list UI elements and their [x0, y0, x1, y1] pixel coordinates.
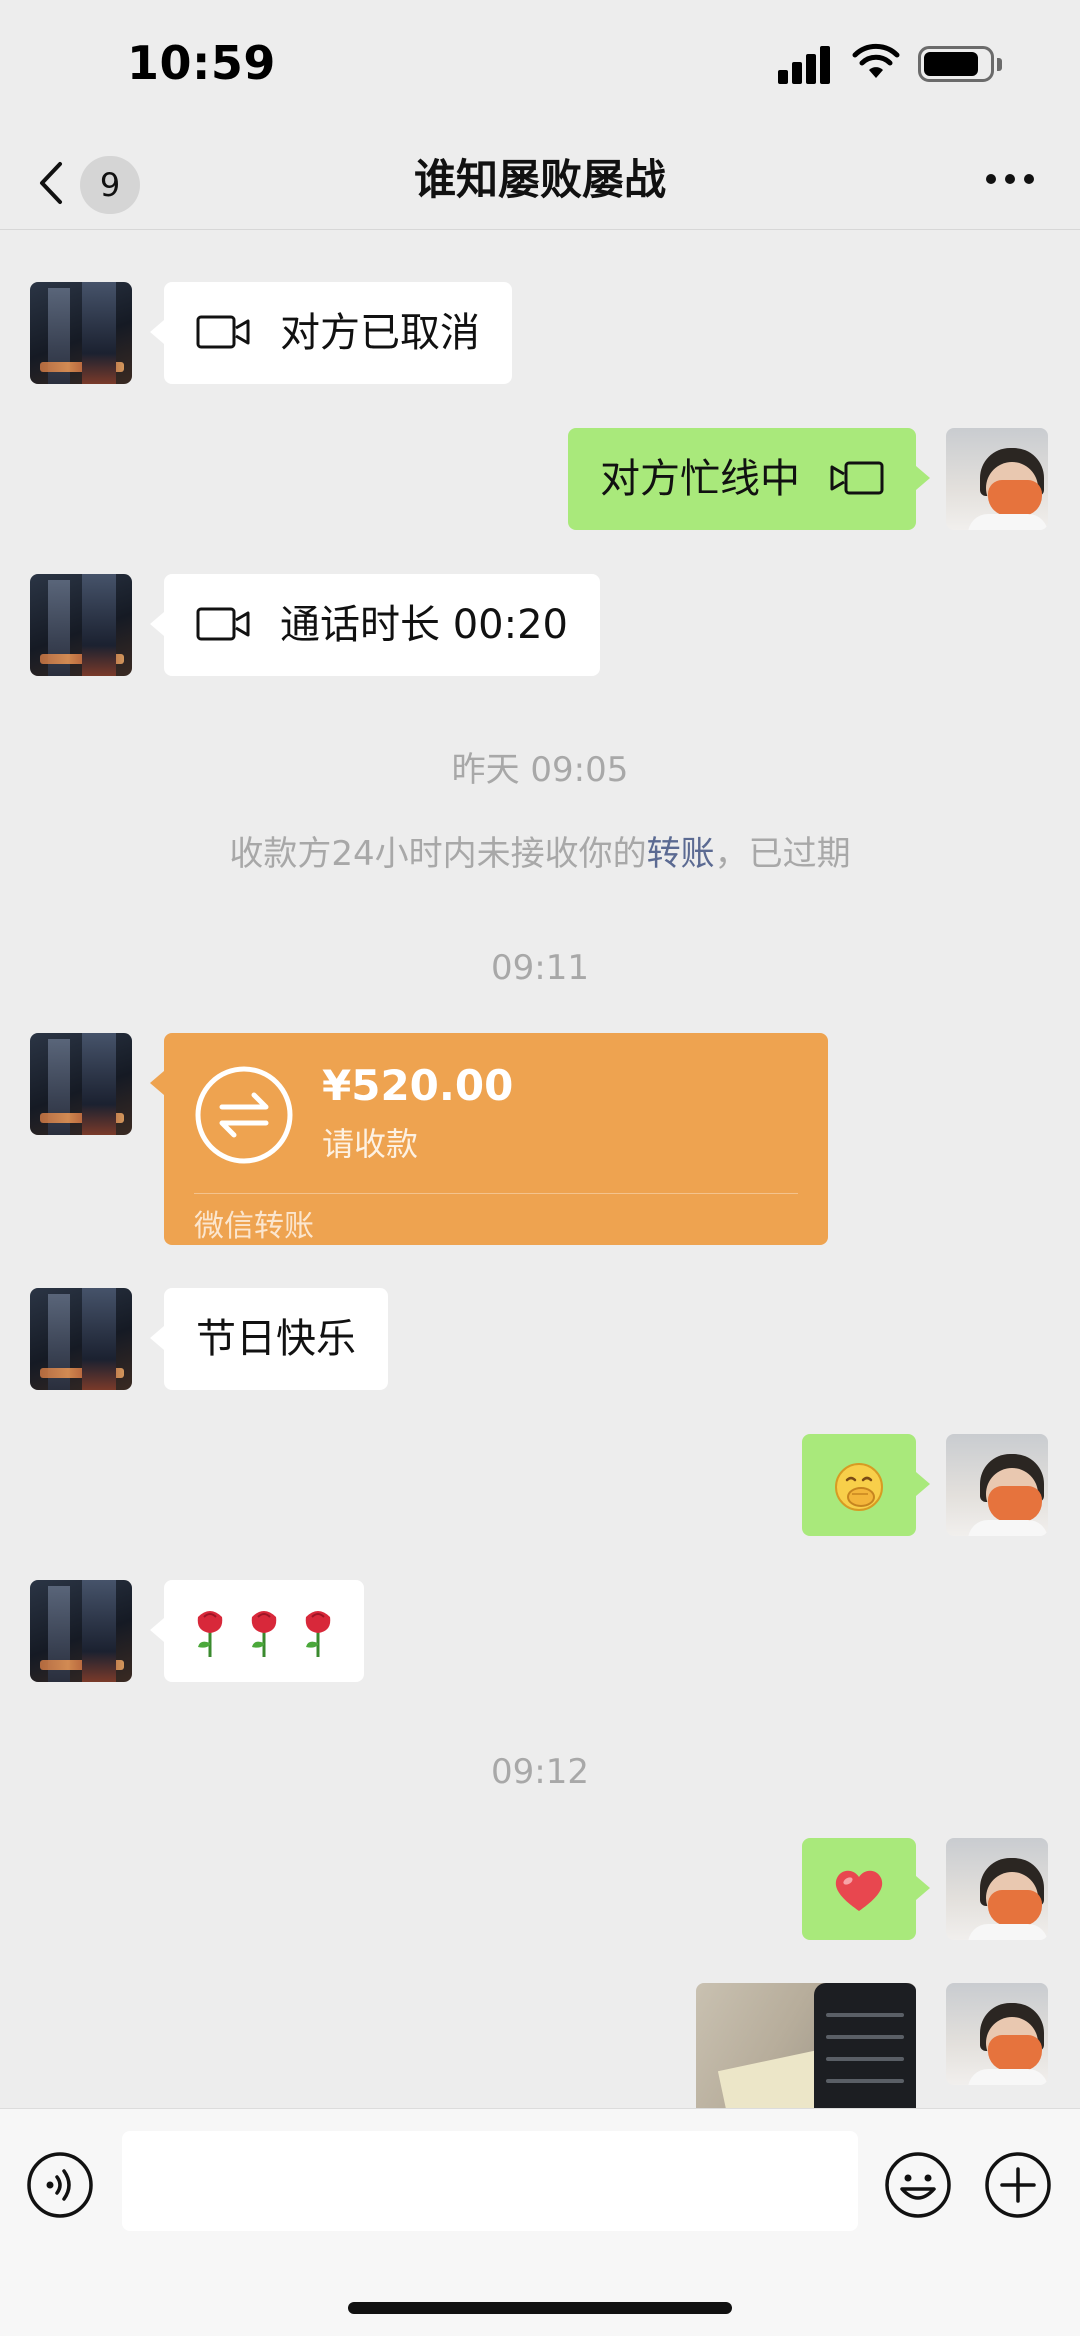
home-indicator — [348, 2302, 732, 2314]
message-image[interactable] — [696, 1983, 916, 2109]
transfer-amount: ¥520.00 — [322, 1061, 514, 1110]
message-roses-bubble[interactable]: 🌹🌹🌹 — [150, 1580, 364, 1682]
message-text: 对方忙线中 — [600, 456, 800, 502]
message-emoji-bubble[interactable]: 🤭 — [802, 1434, 930, 1536]
photo-content — [814, 1983, 916, 2109]
transfer-status: 请收款 — [322, 1125, 419, 1163]
video-call-icon — [196, 607, 250, 641]
message-text: 节日快乐 — [196, 1316, 356, 1362]
contact-avatar[interactable] — [30, 1288, 132, 1390]
plus-icon[interactable] — [984, 2151, 1052, 2219]
back-chevron-icon — [40, 162, 62, 204]
my-avatar[interactable] — [946, 428, 1048, 530]
unread-count-badge: 9 — [80, 156, 140, 214]
contact-avatar[interactable] — [30, 282, 132, 384]
my-avatar[interactable] — [946, 1983, 1048, 2085]
transfer-arrows-icon — [195, 1066, 293, 1164]
back-button[interactable]: 9 — [36, 142, 146, 218]
contact-avatar[interactable] — [30, 574, 132, 676]
divider — [194, 1193, 798, 1194]
message-text-bubble[interactable]: 节日快乐 — [150, 1288, 388, 1390]
wifi-icon — [852, 43, 900, 78]
message-video-call-duration[interactable]: 通话时长 00:20 — [150, 574, 600, 676]
contact-avatar[interactable] — [30, 1580, 132, 1682]
message-video-call-cancelled[interactable]: 对方已取消 — [150, 282, 512, 384]
my-avatar[interactable] — [946, 1434, 1048, 1536]
transfer-link[interactable]: 转账 — [647, 834, 715, 874]
rose-icon — [305, 1611, 331, 1657]
timestamp: 09:11 — [491, 948, 589, 988]
video-call-icon — [830, 461, 884, 495]
timestamp: 09:12 — [491, 1752, 589, 1792]
notice-text: ，已过期 — [714, 834, 851, 874]
voice-icon[interactable] — [26, 2151, 94, 2219]
battery-icon — [918, 44, 1002, 84]
timestamp: 昨天 09:05 — [451, 750, 629, 790]
more-icon[interactable] — [976, 156, 1044, 204]
video-call-icon — [196, 315, 250, 349]
status-time: 10:59 — [127, 36, 276, 90]
rose-icon — [251, 1611, 277, 1657]
message-text: 对方已取消 — [280, 310, 480, 356]
chat-header: 9 谁知屡败屡战 — [0, 130, 1080, 230]
status-bar: 10:59 — [0, 0, 1080, 130]
heart-icon — [835, 1870, 883, 1911]
message-text: 通话时长 00:20 — [280, 602, 568, 648]
emoji-icon[interactable] — [884, 2151, 952, 2219]
chat-title: 谁知屡败屡战 — [413, 155, 666, 204]
notice-text: 收款方24小时内未接收你的 — [229, 834, 647, 874]
system-notice: 收款方24小时内未接收你的转账，已过期 — [0, 826, 1080, 875]
contact-avatar[interactable] — [30, 1033, 132, 1135]
message-input[interactable] — [122, 2131, 858, 2231]
transfer-footer: 微信转账 — [194, 1209, 314, 1244]
message-video-call-busy[interactable]: 对方忙线中 — [568, 428, 930, 530]
transfer-card[interactable]: ¥520.00 请收款 微信转账 — [150, 1033, 828, 1245]
rose-icon — [197, 1611, 223, 1657]
message-heart-bubble[interactable]: ❤️ — [802, 1838, 930, 1940]
my-avatar[interactable] — [946, 1838, 1048, 1940]
face-with-hand-over-mouth-icon — [835, 1463, 883, 1511]
signal-icon — [778, 44, 836, 84]
